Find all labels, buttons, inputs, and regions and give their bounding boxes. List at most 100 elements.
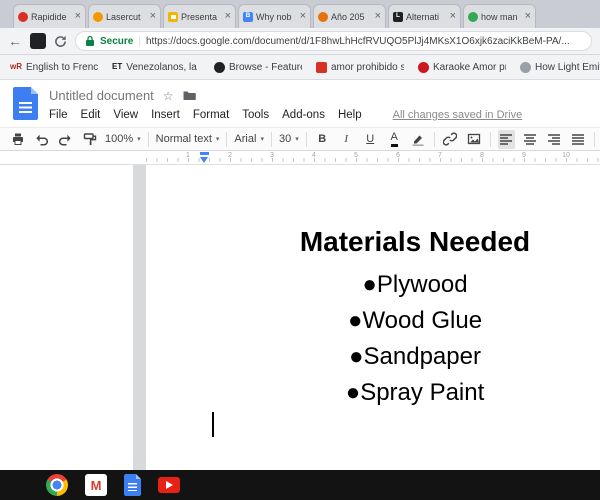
bold-button[interactable]: B: [314, 130, 331, 149]
browser-tab-4[interactable]: B Why nob ×: [238, 4, 311, 28]
move-folder-icon[interactable]: [183, 90, 196, 101]
bookmark-label: Browse - Featured: [229, 61, 302, 73]
paragraph-style-select[interactable]: Normal text ▾: [156, 133, 220, 145]
align-right-button[interactable]: [546, 130, 563, 149]
bullet-list: ●Plywood ●Wood Glue ●Sandpaper ●Spray Pa…: [146, 267, 600, 411]
tab-favicon: B: [243, 11, 253, 22]
url-text: https://docs.google.com/document/d/1F8hw…: [145, 35, 570, 47]
bookmark-how-light-emitting[interactable]: How Light Emittin: [520, 61, 600, 73]
bullet-glyph: ●: [347, 307, 363, 334]
toolbar-divider: [489, 131, 491, 147]
bullet-item[interactable]: ●Sandpaper: [146, 339, 600, 375]
toolbar-divider: [147, 131, 149, 147]
menu-view[interactable]: View: [113, 109, 138, 121]
tab-title: how man: [481, 11, 518, 22]
chevron-down-icon: ▾: [137, 136, 141, 143]
font-select[interactable]: Arial ▾: [234, 133, 264, 145]
document-heading[interactable]: Materials Needed: [146, 225, 600, 259]
highlight-color-button[interactable]: [410, 130, 427, 149]
tab-favicon: [468, 11, 478, 22]
bookmark-amor-prohibido[interactable]: amor prohibido se: [316, 61, 404, 73]
insert-image-button[interactable]: [466, 130, 483, 149]
tab-close-icon[interactable]: ×: [525, 11, 531, 22]
document-title-input[interactable]: Untitled document: [49, 88, 154, 103]
forward-button[interactable]: [30, 33, 46, 49]
save-status[interactable]: All changes saved in Drive: [393, 109, 523, 121]
star-icon[interactable]: ☆: [163, 90, 174, 102]
tab-favicon: [18, 11, 28, 22]
tab-close-icon[interactable]: ×: [150, 11, 156, 22]
underline-button[interactable]: U: [362, 130, 379, 149]
menu-help[interactable]: Help: [338, 109, 362, 121]
italic-button[interactable]: I: [338, 130, 355, 149]
tab-title: Why nob: [256, 11, 292, 22]
toolbar-divider: [270, 131, 272, 147]
browser-tab-6[interactable]: L Alternati ×: [388, 4, 461, 28]
tab-close-icon[interactable]: ×: [300, 11, 306, 22]
gmail-m-glyph: M: [90, 477, 102, 493]
document-area: Materials Needed ●Plywood ●Wood Glue ●Sa…: [0, 165, 600, 470]
print-button[interactable]: [9, 130, 26, 149]
bookmark-label: How Light Emittin: [535, 61, 600, 73]
tab-close-icon[interactable]: ×: [375, 11, 381, 22]
menu-tools[interactable]: Tools: [242, 109, 269, 121]
paint-format-button[interactable]: [81, 130, 98, 149]
docs-menubar: File Edit View Insert Format Tools Add-o…: [49, 109, 600, 121]
zoom-select[interactable]: 100% ▾: [105, 133, 141, 145]
menu-addons[interactable]: Add-ons: [282, 109, 325, 121]
first-line-indent-marker[interactable]: [200, 152, 209, 155]
docs-app-icon[interactable]: [124, 474, 141, 496]
browser-tab-7[interactable]: how man ×: [463, 4, 536, 28]
docs-header: Untitled document ☆ File Edit View Inser…: [0, 80, 600, 127]
redo-button[interactable]: [57, 130, 74, 149]
music-site-icon: [316, 61, 327, 73]
align-left-button[interactable]: [497, 129, 515, 149]
browser-tab-3[interactable]: Presenta ×: [163, 4, 236, 28]
tab-favicon: [318, 11, 328, 22]
browser-tab-5[interactable]: Año 205 ×: [313, 4, 386, 28]
address-bar[interactable]: Secure | https://docs.google.com/documen…: [75, 31, 592, 51]
docs-toolbar: 100% ▾ Normal text ▾ Arial ▾ 30 ▾ B I U A: [0, 127, 600, 151]
bookmark-browse-featured[interactable]: Browse - Featured: [214, 61, 302, 73]
bullet-item[interactable]: ●Spray Paint: [146, 375, 600, 411]
document-page[interactable]: Materials Needed ●Plywood ●Wood Glue ●Sa…: [146, 165, 600, 470]
youtube-app-icon[interactable]: [158, 477, 180, 493]
bullet-glyph: ●: [345, 379, 361, 406]
undo-button[interactable]: [33, 130, 50, 149]
play-icon: [165, 481, 173, 489]
bullet-glyph: ●: [349, 343, 364, 370]
browse-site-icon: [214, 61, 225, 73]
bookmarks-bar: wR English to French, ET Venezolanos, la…: [0, 55, 600, 80]
font-size-select[interactable]: 30 ▾: [279, 133, 299, 145]
browser-tab-1[interactable]: Rapidide ×: [13, 4, 86, 28]
omnibox-divider: |: [138, 35, 141, 47]
chrome-app-icon[interactable]: [46, 474, 68, 496]
tab-close-icon[interactable]: ×: [75, 11, 81, 22]
bullet-item[interactable]: ●Wood Glue: [146, 303, 600, 339]
menu-file[interactable]: File: [49, 109, 68, 121]
menu-insert[interactable]: Insert: [151, 109, 180, 121]
tab-close-icon[interactable]: ×: [450, 11, 456, 22]
menu-format[interactable]: Format: [193, 109, 229, 121]
bookmark-karaoke-amor[interactable]: Karaoke Amor pro: [418, 61, 506, 73]
menu-edit[interactable]: Edit: [81, 109, 101, 121]
bookmark-venezolanos[interactable]: ET Venezolanos, la m: [112, 62, 200, 73]
chromeos-shelf: M: [0, 470, 600, 500]
news-site-icon: ET: [112, 62, 123, 71]
gmail-app-icon[interactable]: M: [85, 474, 107, 496]
align-justify-button[interactable]: [570, 130, 587, 149]
lock-icon[interactable]: [85, 35, 95, 47]
align-center-button[interactable]: [522, 130, 539, 149]
reload-button[interactable]: [54, 35, 67, 48]
text-color-button[interactable]: A: [386, 130, 403, 149]
toolbar-divider: [305, 131, 307, 147]
bookmark-english-to-french[interactable]: wR English to French,: [10, 62, 98, 73]
bullet-item[interactable]: ●Plywood: [146, 267, 600, 303]
google-docs-logo-icon[interactable]: [13, 87, 38, 120]
text-cursor: [212, 412, 214, 437]
insert-link-button[interactable]: [442, 130, 459, 149]
browser-tab-2[interactable]: Lasercut ×: [88, 4, 161, 28]
back-button[interactable]: ←: [8, 34, 22, 48]
left-indent-marker[interactable]: [200, 157, 208, 163]
tab-close-icon[interactable]: ×: [225, 11, 231, 22]
